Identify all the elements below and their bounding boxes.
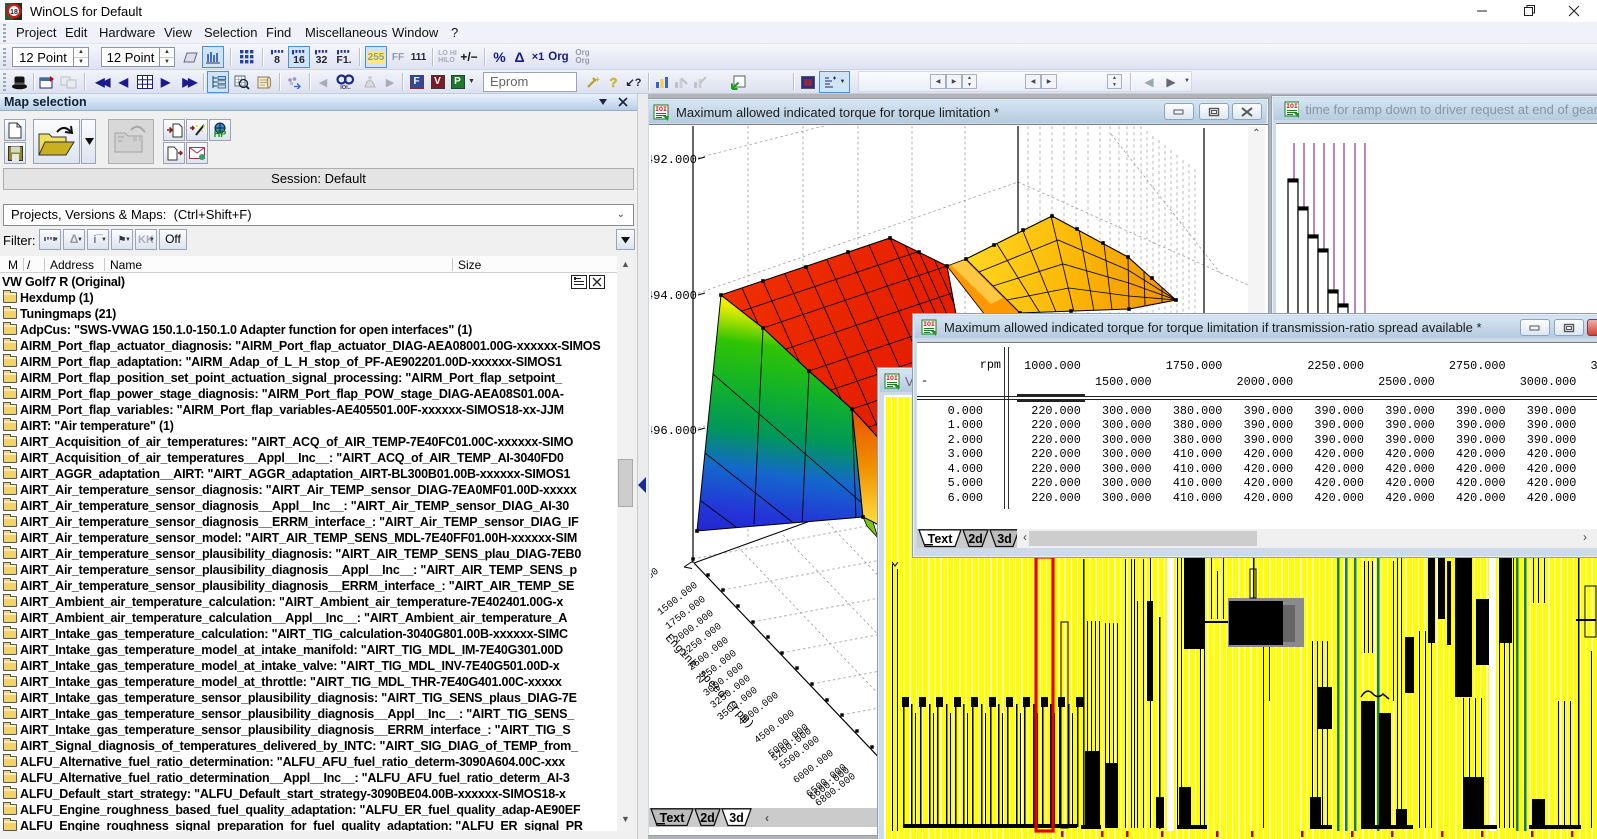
svg-text:3d: 3d <box>729 811 744 825</box>
svg-text:2d: 2d <box>700 811 715 825</box>
svg-text:IOI..: IOI.. <box>340 85 351 90</box>
svg-text:Text: Text <box>660 811 686 825</box>
svg-text:2d: 2d <box>968 532 983 546</box>
svg-text:IOI: IOI <box>655 106 667 113</box>
svg-text:3d: 3d <box>997 532 1012 546</box>
svg-text:Text: Text <box>928 532 954 546</box>
svg-text:492.000: 492.000 <box>651 153 697 167</box>
svg-text:IOI: IOI <box>923 321 935 328</box>
svg-text:HP: HP <box>214 129 227 139</box>
svg-text:18: 18 <box>10 9 18 16</box>
svg-text:+: + <box>595 75 600 84</box>
svg-text:496.000: 496.000 <box>651 424 697 438</box>
svg-text:IOI: IOI <box>886 375 898 382</box>
svg-text:IOI: IOI <box>1286 103 1298 110</box>
svg-text:00.000: 00.000 <box>651 566 661 597</box>
svg-text:494.000: 494.000 <box>651 289 697 303</box>
svg-text:‹: ‹ <box>765 811 769 825</box>
